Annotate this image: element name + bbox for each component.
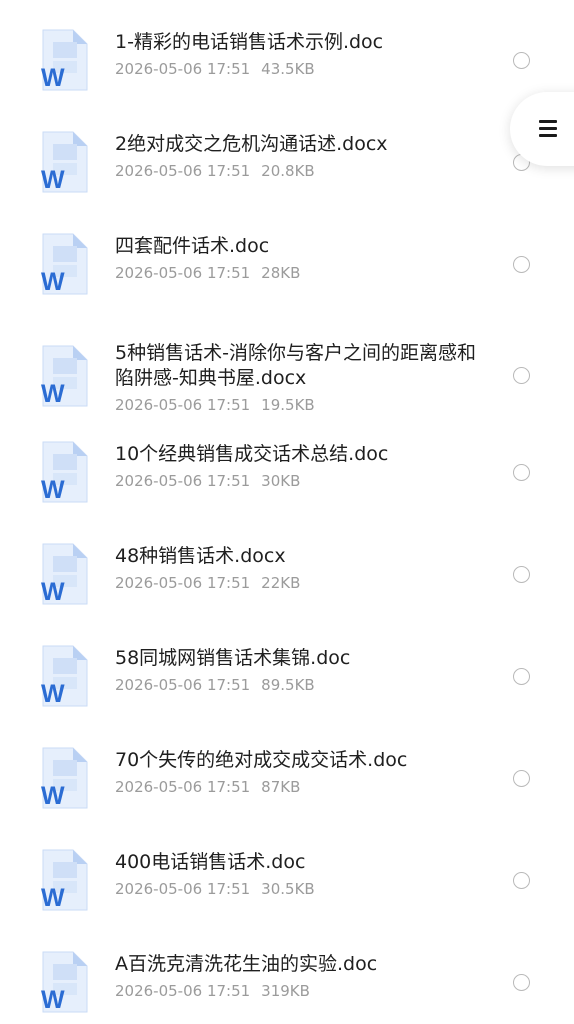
file-list-item[interactable]: W 400电话销售话术.doc 2026-05-06 17:51 30.5KB (0, 830, 574, 932)
menu-button[interactable] (510, 92, 574, 166)
file-info: 58同城网销售话术集锦.doc 2026-05-06 17:51 89.5KB (115, 646, 480, 695)
file-size: 19.5KB (261, 396, 315, 414)
file-name: 10个经典销售成交话术总结.doc (115, 443, 389, 465)
file-date: 2026-05-06 17:51 (115, 60, 251, 78)
file-list-item[interactable]: W 10个经典销售成交话术总结.doc 2026-05-06 17:51 30KB (0, 422, 574, 524)
file-meta: 2026-05-06 17:51 89.5KB (115, 675, 480, 695)
file-meta: 2026-05-06 17:51 30KB (115, 471, 480, 491)
file-name: 400电话销售话术.doc (115, 851, 306, 873)
file-name: A百洗克清洗花生油的实验.doc (115, 953, 378, 975)
svg-text:W: W (41, 380, 65, 408)
file-list-item[interactable]: W 58同城网销售话术集锦.doc 2026-05-06 17:51 89.5KB (0, 626, 574, 728)
file-list-item[interactable]: W 48种销售话术.docx 2026-05-06 17:51 22KB (0, 524, 574, 626)
file-list: W 1-精彩的电话销售话术示例.doc 2026-05-06 17:51 43.5… (0, 10, 574, 1024)
file-size: 30KB (261, 472, 301, 490)
file-info: 1-精彩的电话销售话术示例.doc 2026-05-06 17:51 43.5KB (115, 30, 480, 79)
word-doc-icon: W (37, 440, 89, 504)
file-name: 2绝对成交之危机沟通话述.docx (115, 133, 388, 155)
select-radio[interactable] (513, 668, 530, 685)
file-meta: 2026-05-06 17:51 30.5KB (115, 879, 480, 899)
file-name: 70个失传的绝对成交成交话术.doc (115, 749, 408, 771)
file-browser-page: W 1-精彩的电话销售话术示例.doc 2026-05-06 17:51 43.5… (0, 0, 574, 1024)
file-info: 400电话销售话术.doc 2026-05-06 17:51 30.5KB (115, 850, 480, 899)
file-meta: 2026-05-06 17:51 19.5KB (115, 395, 480, 415)
file-size: 20.8KB (261, 162, 315, 180)
file-meta: 2026-05-06 17:51 43.5KB (115, 59, 480, 79)
file-meta: 2026-05-06 17:51 319KB (115, 981, 480, 1001)
svg-text:W: W (41, 986, 65, 1014)
file-meta: 2026-05-06 17:51 87KB (115, 777, 480, 797)
file-date: 2026-05-06 17:51 (115, 778, 251, 796)
file-name: 48种销售话术.docx (115, 545, 286, 567)
word-doc-icon: W (37, 542, 89, 606)
word-doc-icon: W (37, 232, 89, 296)
file-date: 2026-05-06 17:51 (115, 162, 251, 180)
file-list-item[interactable]: W A百洗克清洗花生油的实验.doc 2026-05-06 17:51 319KB (0, 932, 574, 1024)
word-doc-icon: W (37, 848, 89, 912)
file-name: 四套配件话术.doc (115, 235, 270, 257)
select-radio[interactable] (513, 872, 530, 889)
file-info: 10个经典销售成交话术总结.doc 2026-05-06 17:51 30KB (115, 442, 480, 491)
select-radio[interactable] (513, 256, 530, 273)
file-size: 87KB (261, 778, 301, 796)
file-date: 2026-05-06 17:51 (115, 982, 251, 1000)
file-date: 2026-05-06 17:51 (115, 472, 251, 490)
file-list-item[interactable]: W 1-精彩的电话销售话术示例.doc 2026-05-06 17:51 43.5… (0, 10, 574, 112)
word-doc-icon: W (37, 344, 89, 408)
select-radio[interactable] (513, 52, 530, 69)
select-radio[interactable] (513, 974, 530, 991)
file-meta: 2026-05-06 17:51 20.8KB (115, 161, 480, 181)
select-radio[interactable] (513, 770, 530, 787)
file-info: 5种销售话术-消除你与客户之间的距离感和陷阱感-知典书屋.docx 2026-0… (115, 341, 480, 415)
word-doc-icon: W (37, 644, 89, 708)
svg-text:W: W (41, 680, 65, 708)
file-list-item[interactable]: W 四套配件话术.doc 2026-05-06 17:51 28KB (0, 214, 574, 316)
select-radio[interactable] (513, 464, 530, 481)
svg-text:W: W (41, 884, 65, 912)
file-meta: 2026-05-06 17:51 22KB (115, 573, 480, 593)
file-list-item[interactable]: W 70个失传的绝对成交成交话术.doc 2026-05-06 17:51 87K… (0, 728, 574, 830)
select-radio[interactable] (513, 367, 530, 384)
file-size: 89.5KB (261, 676, 315, 694)
select-radio[interactable] (513, 566, 530, 583)
svg-text:W: W (41, 476, 65, 504)
svg-text:W: W (41, 166, 65, 194)
file-info: 2绝对成交之危机沟通话述.docx 2026-05-06 17:51 20.8KB (115, 132, 480, 181)
menu-icon (539, 120, 557, 138)
file-size: 43.5KB (261, 60, 315, 78)
file-date: 2026-05-06 17:51 (115, 574, 251, 592)
file-date: 2026-05-06 17:51 (115, 264, 251, 282)
file-info: A百洗克清洗花生油的实验.doc 2026-05-06 17:51 319KB (115, 952, 480, 1001)
file-size: 319KB (261, 982, 310, 1000)
word-doc-icon: W (37, 130, 89, 194)
svg-text:W: W (41, 64, 65, 92)
file-name: 1-精彩的电话销售话术示例.doc (115, 31, 384, 53)
file-date: 2026-05-06 17:51 (115, 676, 251, 694)
file-list-item[interactable]: W 5种销售话术-消除你与客户之间的距离感和陷阱感-知典书屋.docx 2026… (0, 316, 574, 422)
file-size: 30.5KB (261, 880, 315, 898)
file-meta: 2026-05-06 17:51 28KB (115, 263, 480, 283)
svg-text:W: W (41, 268, 65, 296)
file-list-item[interactable]: W 2绝对成交之危机沟通话述.docx 2026-05-06 17:51 20.8… (0, 112, 574, 214)
file-info: 四套配件话术.doc 2026-05-06 17:51 28KB (115, 234, 480, 283)
file-name: 5种销售话术-消除你与客户之间的距离感和陷阱感-知典书屋.docx (115, 342, 476, 389)
file-info: 70个失传的绝对成交成交话术.doc 2026-05-06 17:51 87KB (115, 748, 480, 797)
word-doc-icon: W (37, 28, 89, 92)
word-doc-icon: W (37, 950, 89, 1014)
file-date: 2026-05-06 17:51 (115, 396, 251, 414)
svg-text:W: W (41, 782, 65, 810)
file-size: 22KB (261, 574, 301, 592)
word-doc-icon: W (37, 746, 89, 810)
file-size: 28KB (261, 264, 301, 282)
file-date: 2026-05-06 17:51 (115, 880, 251, 898)
file-info: 48种销售话术.docx 2026-05-06 17:51 22KB (115, 544, 480, 593)
svg-text:W: W (41, 578, 65, 606)
file-name: 58同城网销售话术集锦.doc (115, 647, 351, 669)
